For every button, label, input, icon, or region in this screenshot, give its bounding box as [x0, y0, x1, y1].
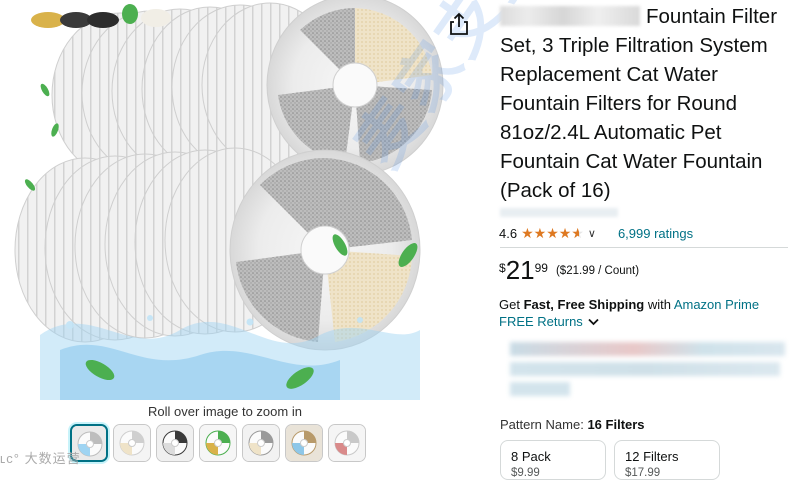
star-icon: ★	[521, 225, 534, 241]
thumbnail-strip	[70, 424, 371, 468]
rating-row: 4.6 ★★★★★ ∨ 6,999 ratings	[499, 224, 693, 242]
free-returns-link[interactable]: FREE Returns	[499, 314, 599, 329]
shipping-with: with	[644, 297, 674, 312]
divider	[500, 247, 788, 248]
star-icon: ★	[558, 225, 572, 241]
pattern-option-8-pack[interactable]: 8 Pack $9.99	[500, 440, 606, 480]
thumbnail-filter-materials[interactable]	[199, 424, 237, 462]
thumbnail-filter-layers[interactable]	[156, 424, 194, 462]
pattern-label-text: Pattern Name:	[500, 417, 584, 432]
prime-link[interactable]: Amazon Prime	[674, 297, 759, 312]
option-price: $17.99	[625, 467, 661, 479]
rating-value: 4.6	[499, 225, 518, 241]
price-fraction: 99	[534, 261, 548, 275]
watermark-text: 大数运营	[24, 451, 81, 466]
product-title: Fountain Filter Set, 3 Triple Filtration…	[500, 2, 795, 205]
star-icon: ★	[533, 225, 547, 241]
watermark-bottom: ʟᴄ° 大数运营	[0, 448, 81, 467]
blurred-store-link[interactable]	[500, 208, 618, 217]
product-main-image[interactable]	[0, 0, 470, 400]
thumbnail-filter-single[interactable]	[113, 424, 151, 462]
pattern-option-12-filters[interactable]: 12 Filters $17.99	[614, 440, 720, 480]
shipping-info: Get Fast, Free Shipping with Amazon Prim…	[499, 296, 759, 314]
returns-label: FREE Returns	[499, 314, 583, 329]
share-icon[interactable]	[448, 12, 470, 36]
blurred-brand-name	[500, 6, 640, 26]
zoom-hint: Roll over image to zoom in	[148, 404, 302, 419]
pattern-selected-value: 16 Filters	[587, 417, 645, 432]
chevron-down-icon	[588, 318, 599, 325]
shipping-prefix: Get	[499, 297, 524, 312]
thumbnail-fountain-in-use[interactable]	[285, 424, 323, 462]
filter-material-piles	[31, 4, 171, 28]
option-label: 8 Pack	[511, 449, 551, 464]
chevron-down-icon[interactable]: ∨	[588, 227, 596, 240]
ratings-count-link[interactable]: 6,999 ratings	[618, 226, 693, 241]
blurred-promo-line-2	[510, 362, 780, 376]
option-label: 12 Filters	[625, 449, 679, 464]
product-title-text: Fountain Filter Set, 3 Triple Filtration…	[500, 5, 778, 202]
price-whole: 21	[505, 255, 535, 285]
watermark-logo-icon: ʟᴄ°	[0, 451, 20, 466]
price-per-unit: ($21.99 / Count)	[555, 265, 640, 277]
blurred-promo-line-3	[510, 382, 570, 396]
blurred-promo-line-1	[510, 342, 785, 356]
price-symbol: $	[499, 261, 506, 275]
star-icon: ★	[571, 226, 584, 240]
thumbnail-filter-comparison[interactable]	[328, 424, 366, 462]
thumbnail-filter-diagram[interactable]	[242, 424, 280, 462]
pattern-name-label: Pattern Name: 16 Filters	[500, 417, 645, 432]
option-price: $9.99	[511, 467, 540, 479]
shipping-bold: Fast, Free Shipping	[523, 297, 645, 312]
star-icon: ★	[546, 225, 559, 241]
price: $ 21 99 ($21.99 / Count)	[499, 256, 639, 284]
star-rating[interactable]: ★ ★ ★ ★ ★	[521, 226, 584, 240]
filter-stack-illustration	[14, 0, 444, 400]
